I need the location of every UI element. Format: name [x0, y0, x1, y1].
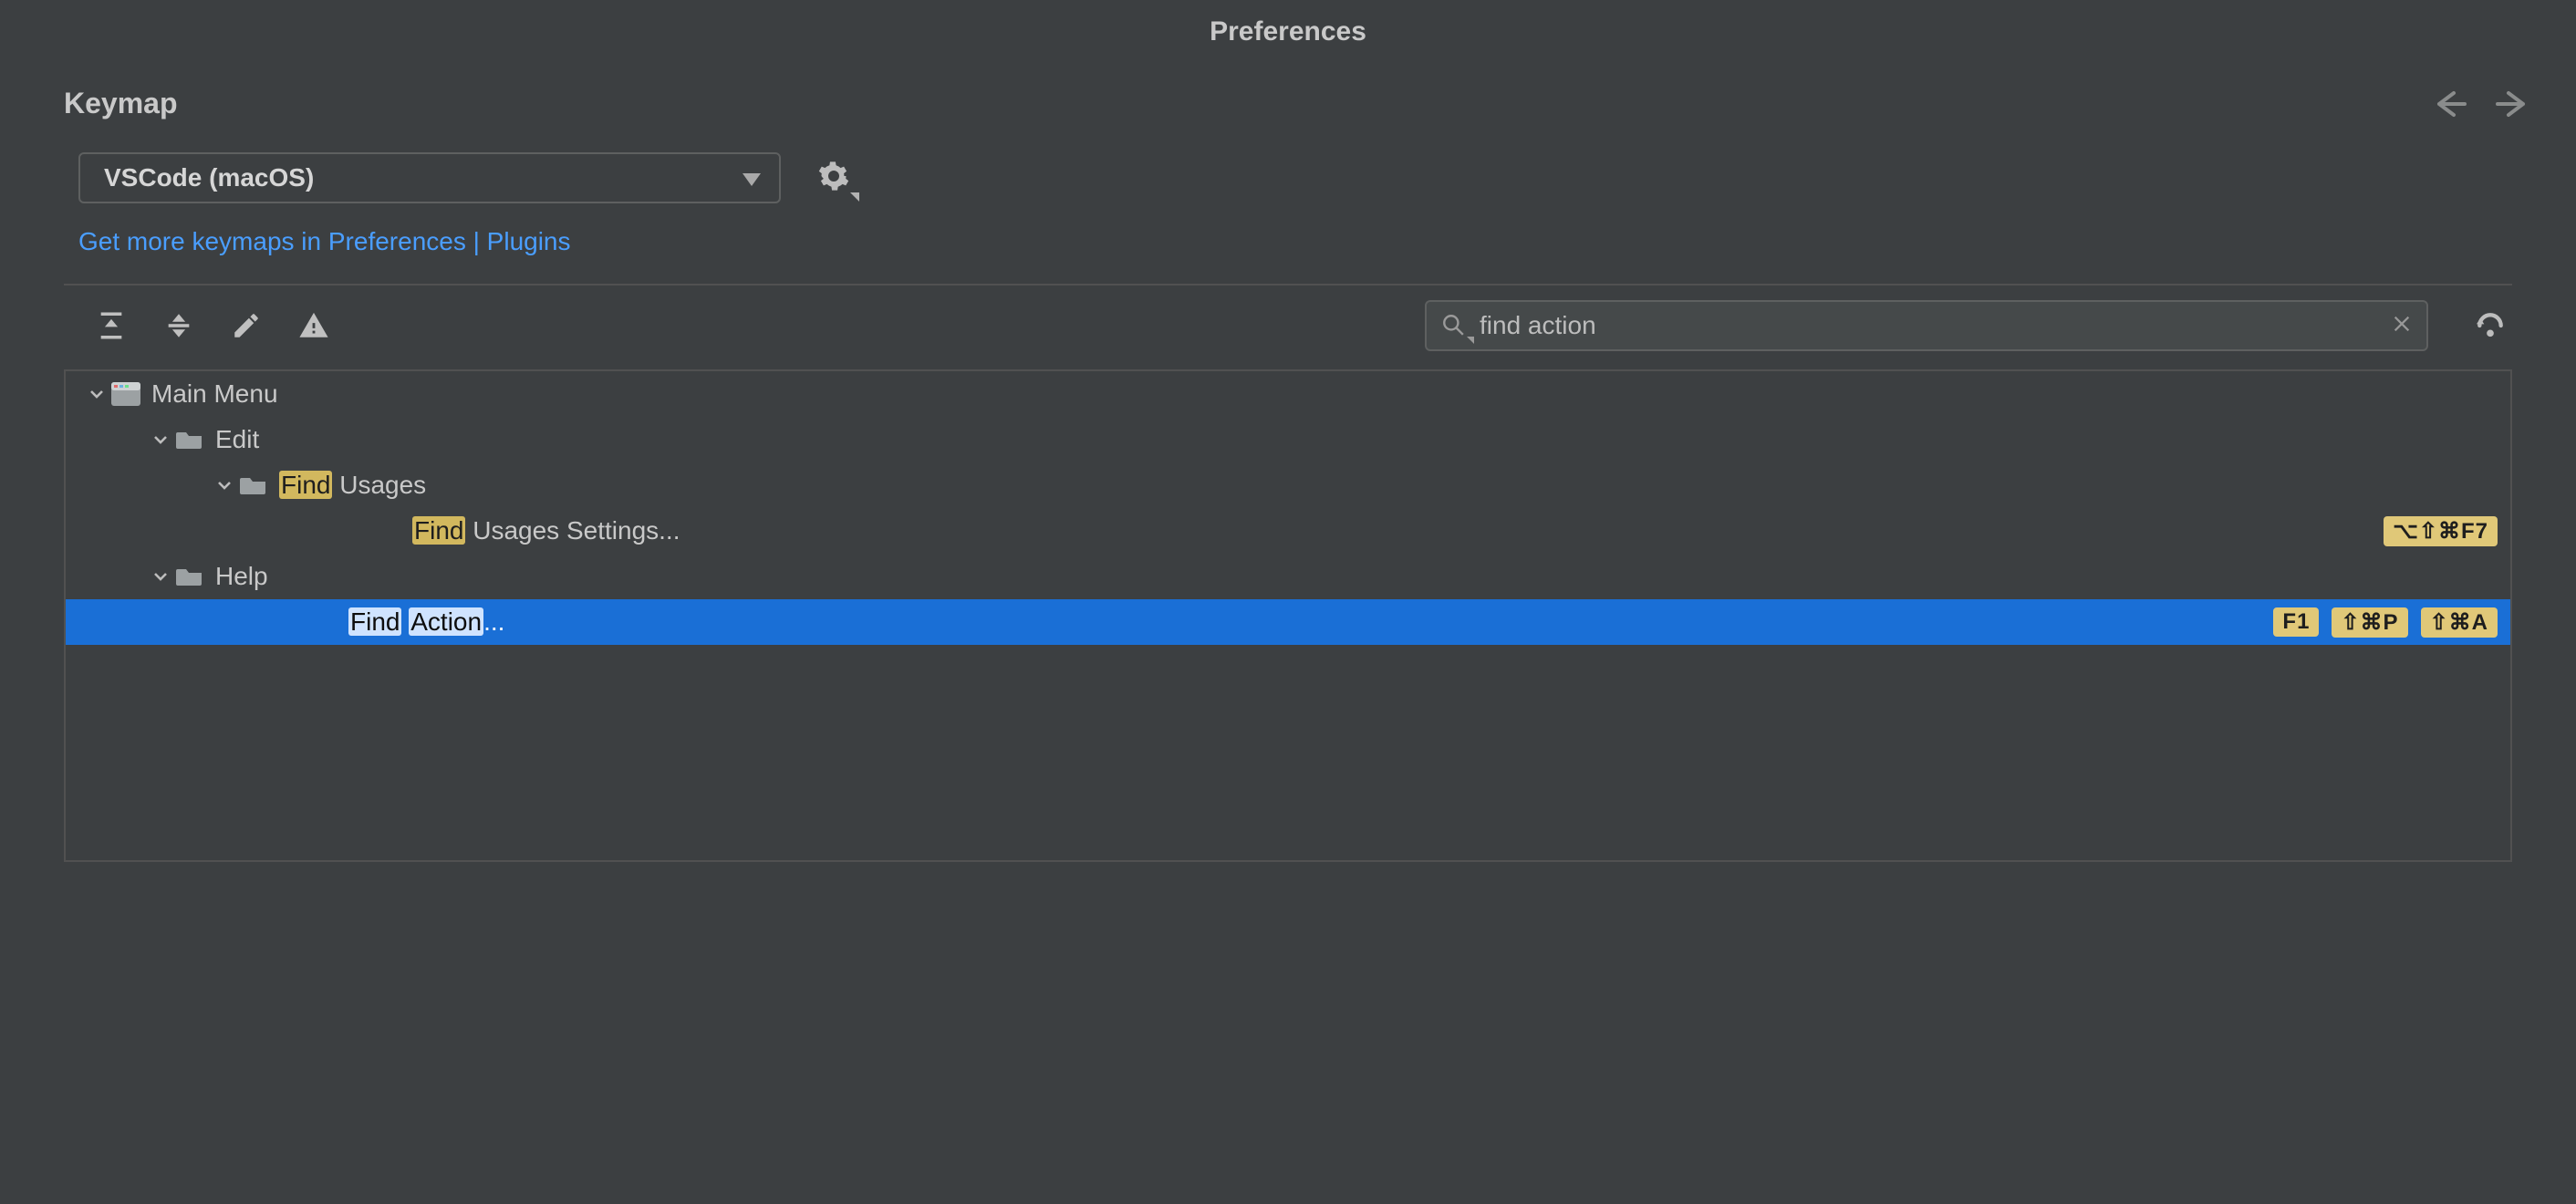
get-more-keymaps-link[interactable]: Get more keymaps in Preferences | Plugin…: [78, 227, 571, 255]
folder-icon: [173, 566, 206, 587]
find-conflicts-button[interactable]: [294, 306, 334, 346]
search-options-chevron-icon: [1467, 337, 1474, 344]
tree-node-main-menu[interactable]: Main Menu: [66, 371, 2510, 417]
shortcut-badge: ⇧⌘A: [2421, 607, 2498, 638]
chevron-down-icon: [148, 431, 173, 449]
tree-node-label: Main Menu: [151, 379, 2498, 409]
tree-leaf-find-usages-settings[interactable]: Find Usages Settings... ⌥⇧⌘F7: [66, 508, 2510, 554]
tree-node-edit[interactable]: Edit: [66, 417, 2510, 462]
shortcut-badges: F1 ⇧⌘P ⇧⌘A: [2273, 607, 2498, 638]
tree-node-label: Edit: [215, 425, 2498, 454]
shortcut-badge: ⇧⌘P: [2332, 607, 2407, 638]
window-title-bar: Preferences: [0, 0, 2576, 64]
window-title: Preferences: [1210, 16, 1366, 47]
nav-arrows: [2432, 89, 2530, 119]
folder-icon: [237, 474, 270, 496]
nav-back-icon[interactable]: [2432, 89, 2468, 119]
chevron-down-icon: [212, 476, 237, 494]
find-by-shortcut-button[interactable]: [2468, 304, 2512, 348]
plugins-link-row: Get more keymaps in Preferences | Plugin…: [0, 222, 2576, 284]
gear-icon: [817, 160, 854, 192]
actions-tree[interactable]: Main Menu Edit Find Usages: [64, 369, 2512, 862]
keymap-dropdown-value: VSCode (macOS): [104, 163, 314, 192]
search-field[interactable]: [1425, 300, 2428, 351]
keymap-toolbar: [0, 285, 2576, 366]
main-menu-icon: [109, 382, 142, 406]
keymap-dropdown[interactable]: VSCode (macOS): [78, 152, 781, 203]
chevron-down-icon: [148, 567, 173, 586]
shortcut-badge: ⌥⇧⌘F7: [2384, 516, 2498, 546]
collapse-all-button[interactable]: [159, 306, 199, 346]
dropdown-chevron-icon: [743, 163, 761, 192]
expand-all-button[interactable]: [91, 306, 131, 346]
keymap-select-row: VSCode (macOS): [0, 143, 2576, 222]
tree-node-label: Help: [215, 562, 2498, 591]
tree-node-label: Find Usages: [279, 471, 2498, 500]
chevron-down-icon: [850, 192, 859, 202]
edit-shortcut-button[interactable]: [226, 306, 266, 346]
shortcut-badge: F1: [2273, 607, 2319, 637]
chevron-down-icon: [84, 385, 109, 403]
tree-leaf-label: Find Usages Settings...: [412, 516, 2384, 545]
tree-leaf-label: Find Action...: [348, 607, 2273, 637]
search-input[interactable]: [1480, 311, 2379, 340]
search-icon: [1441, 313, 1467, 338]
tree-node-find-usages[interactable]: Find Usages: [66, 462, 2510, 508]
nav-forward-icon[interactable]: [2494, 89, 2530, 119]
folder-icon: [173, 429, 206, 451]
keymap-settings-button[interactable]: [817, 160, 854, 196]
page-title: Keymap: [64, 87, 2432, 120]
tree-leaf-find-action[interactable]: Find Action... F1 ⇧⌘P ⇧⌘A: [66, 599, 2510, 645]
tree-node-help[interactable]: Help: [66, 554, 2510, 599]
shortcut-badges: ⌥⇧⌘F7: [2384, 516, 2498, 546]
clear-search-button[interactable]: [2392, 312, 2412, 340]
page-heading-row: Keymap: [0, 64, 2576, 143]
